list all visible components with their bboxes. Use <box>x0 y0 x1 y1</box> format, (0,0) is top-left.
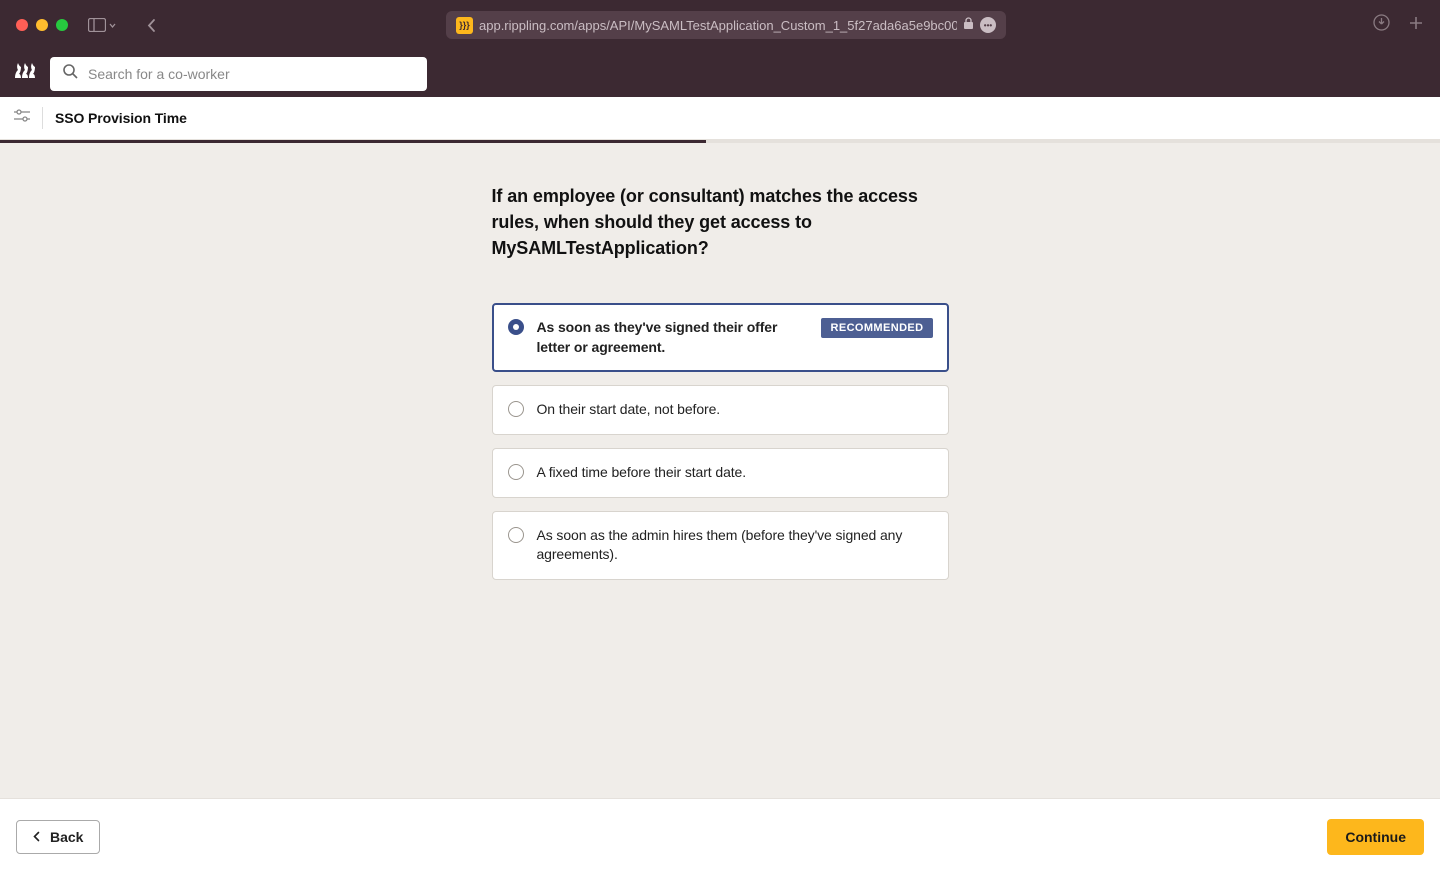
options-group: As soon as they've signed their offer le… <box>492 303 949 580</box>
option-start-date[interactable]: On their start date, not before. <box>492 385 949 435</box>
option-label: As soon as the admin hires them (before … <box>537 526 933 565</box>
browser-chrome: }}} app.rippling.com/apps/API/MySAMLTest… <box>0 0 1440 50</box>
question-heading: If an employee (or consultant) matches t… <box>492 183 949 261</box>
divider <box>42 107 43 129</box>
reader-mode-icon[interactable]: ••• <box>980 17 996 33</box>
footer-bar: Back Continue <box>0 798 1440 875</box>
continue-button[interactable]: Continue <box>1327 819 1424 855</box>
minimize-window-button[interactable] <box>36 19 48 31</box>
search-icon <box>62 63 78 84</box>
back-nav-icon[interactable] <box>147 18 156 33</box>
option-label: A fixed time before their start date. <box>537 463 933 483</box>
back-label: Back <box>50 829 83 845</box>
option-label: As soon as they've signed their offer le… <box>537 318 814 357</box>
settings-flow-icon[interactable] <box>14 109 30 128</box>
option-signed-offer[interactable]: As soon as they've signed their offer le… <box>492 303 949 372</box>
rippling-logo-icon[interactable] <box>14 62 36 85</box>
chevron-left-icon <box>33 829 40 845</box>
option-fixed-time[interactable]: A fixed time before their start date. <box>492 448 949 498</box>
back-button[interactable]: Back <box>16 820 100 854</box>
app-header <box>0 50 1440 97</box>
new-tab-icon[interactable] <box>1408 15 1424 36</box>
sidebar-toggle-icon[interactable] <box>88 18 117 32</box>
search-input[interactable] <box>88 66 415 82</box>
radio-icon <box>508 464 524 480</box>
continue-label: Continue <box>1345 829 1406 845</box>
url-text: app.rippling.com/apps/API/MySAMLTestAppl… <box>479 18 957 33</box>
radio-icon <box>508 527 524 543</box>
downloads-icon[interactable] <box>1373 14 1390 36</box>
address-bar[interactable]: }}} app.rippling.com/apps/API/MySAMLTest… <box>446 11 1006 39</box>
page-title: SSO Provision Time <box>55 110 187 126</box>
option-admin-hires[interactable]: As soon as the admin hires them (before … <box>492 511 949 580</box>
site-favicon-icon: }}} <box>456 17 473 34</box>
close-window-button[interactable] <box>16 19 28 31</box>
sub-header: SSO Provision Time <box>0 97 1440 140</box>
window-controls <box>16 19 68 31</box>
radio-icon <box>508 319 524 335</box>
lock-icon <box>963 17 974 33</box>
search-box[interactable] <box>50 57 427 91</box>
option-label: On their start date, not before. <box>537 400 933 420</box>
recommended-badge: RECOMMENDED <box>821 318 932 338</box>
radio-icon <box>508 401 524 417</box>
main-content: If an employee (or consultant) matches t… <box>0 143 1440 798</box>
maximize-window-button[interactable] <box>56 19 68 31</box>
